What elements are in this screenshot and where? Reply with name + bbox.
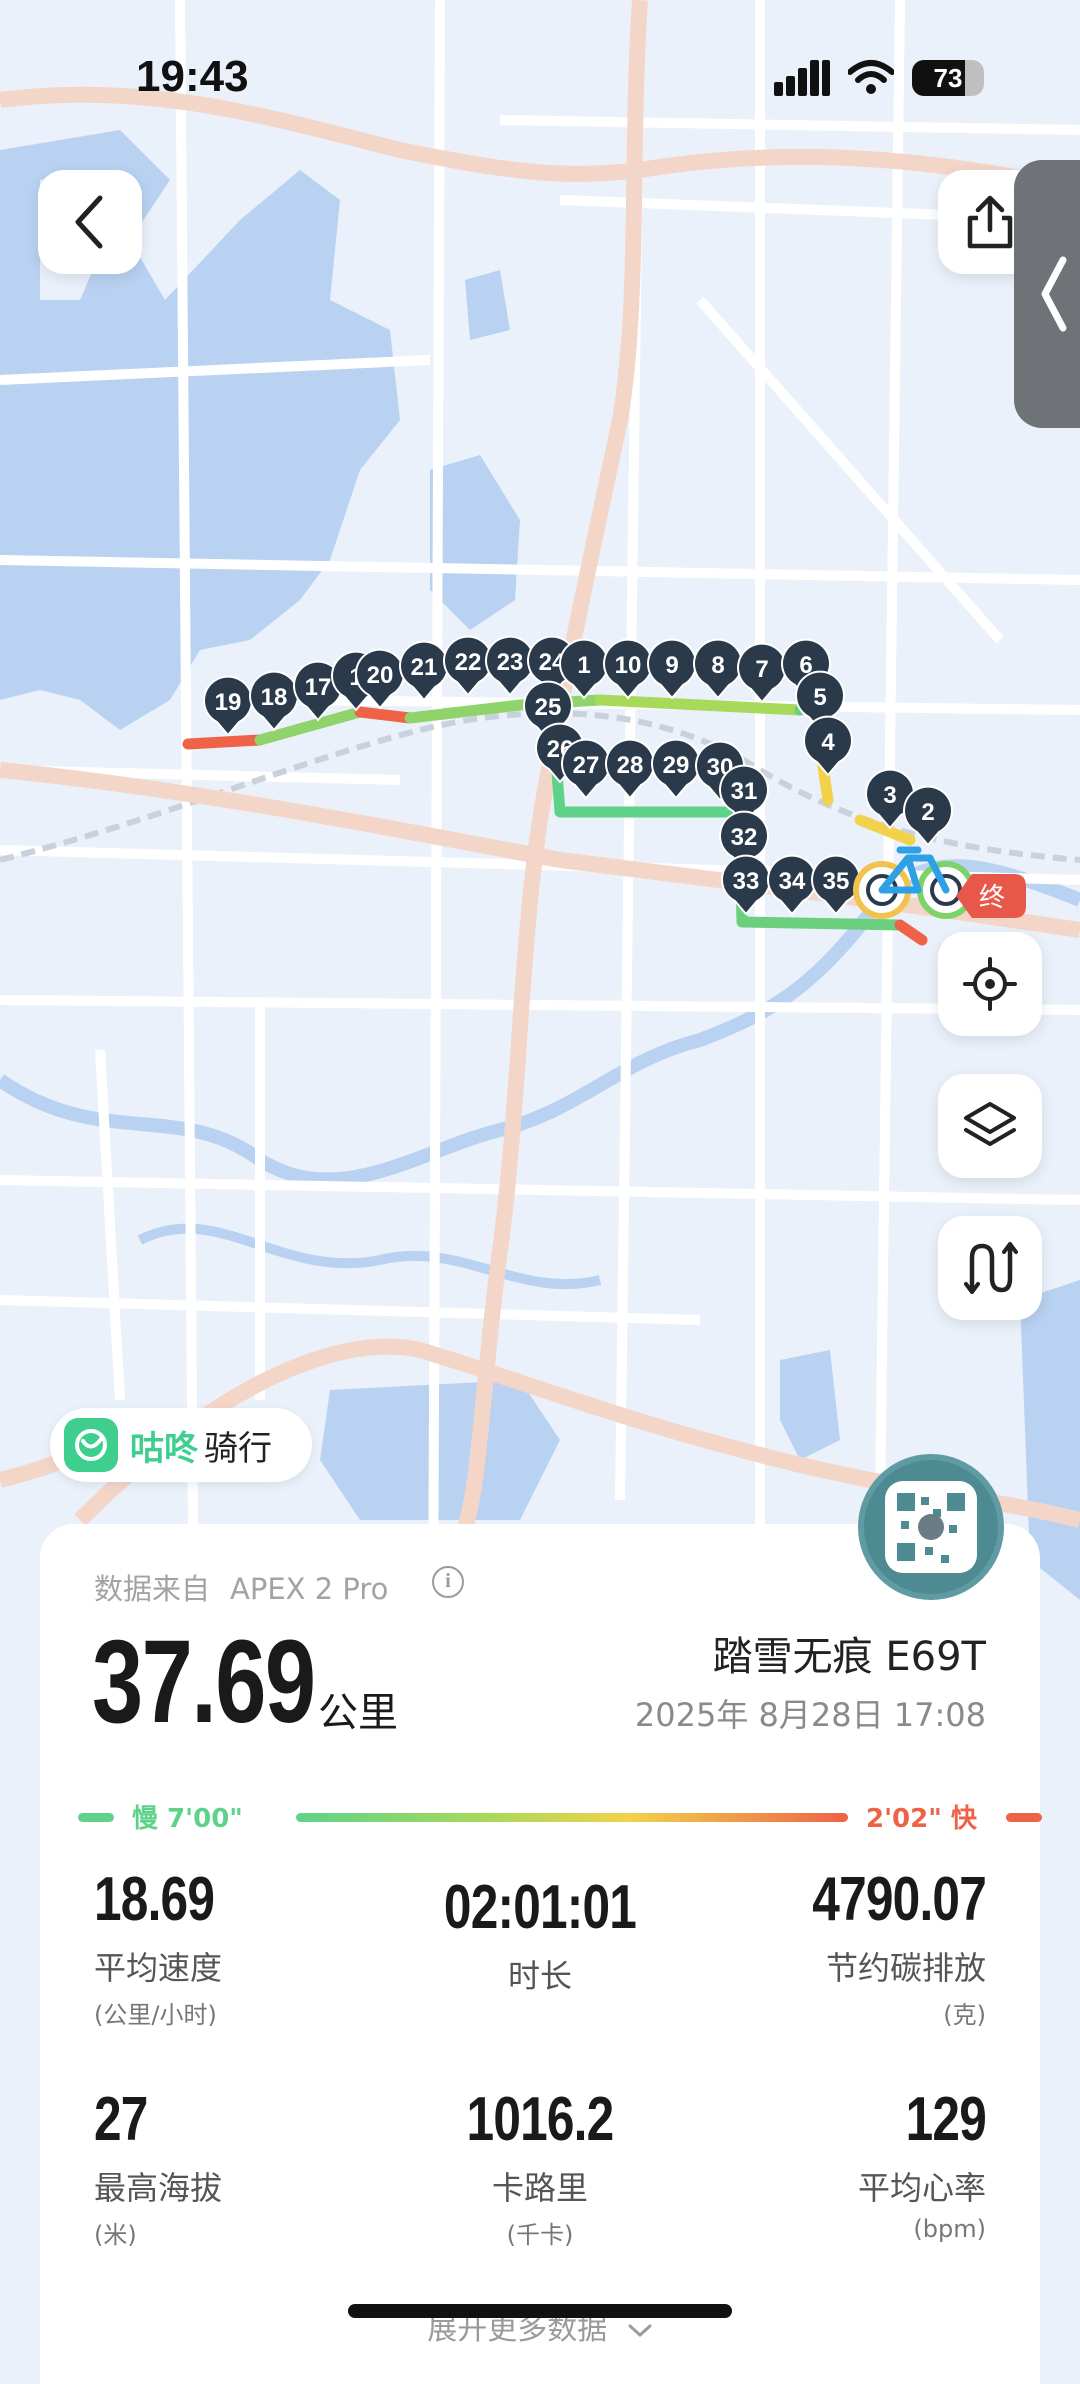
stat-value: 129 — [905, 2085, 987, 2154]
stat-avg-heart-rate: 129 平均心率 (bpm) — [686, 2084, 987, 2243]
route-marker-label: 20 — [367, 662, 394, 689]
stat-label: 最高海拔 — [94, 2169, 223, 2207]
stat-unit: (公里/小时) — [94, 2001, 217, 2029]
route-marker-label: 9 — [665, 652, 678, 679]
route-marker-label: 32 — [731, 824, 758, 851]
route-marker-label: 3 — [883, 782, 896, 809]
route-marker-label: 19 — [215, 689, 242, 716]
route-marker-label: 29 — [663, 752, 690, 779]
distance-unit: 公里 — [318, 1690, 398, 1736]
stat-label: 平均速度 — [94, 1949, 223, 1987]
slow-pace-label: 慢 7'00" — [132, 1804, 243, 1834]
route-marker-label: 5 — [813, 684, 826, 711]
stat-max-altitude: 27 最高海拔 (米) — [94, 2084, 394, 2250]
qr-code-badge[interactable] — [858, 1454, 1004, 1600]
crosshair-icon — [963, 957, 1017, 1011]
fast-pace-label: 2'02" 快 — [866, 1804, 977, 1834]
route-marker-label: 7 — [755, 656, 768, 683]
app-brand-badge: 咕咚 骑行 — [50, 1408, 312, 1482]
route-marker-label: 31 — [731, 778, 758, 805]
locate-button[interactable] — [938, 932, 1042, 1036]
battery-level: 73 — [933, 63, 963, 93]
pace-legend: 慢 7'00" 2'02" 快 — [78, 1796, 1042, 1836]
ride-summary-card: 数据来自 APEX 2 Pro i 37.69 公里 踏雪无痕 E69T 2025… — [40, 1524, 1042, 2384]
stat-value: 1016.2 — [466, 2085, 615, 2154]
route-marker-label: 18 — [261, 684, 288, 711]
route-marker-label: 34 — [779, 868, 806, 895]
bike-name: 踏雪无痕 E69T — [712, 1634, 986, 1680]
share-icon — [967, 195, 1013, 249]
end-label: 终 — [979, 883, 1005, 913]
stat-unit: (克) — [943, 2001, 986, 2029]
layers-icon — [964, 1102, 1016, 1146]
home-indicator[interactable] — [348, 2304, 732, 2318]
route-marker-label: 33 — [733, 868, 760, 895]
slow-swatch — [78, 1813, 114, 1822]
info-icon[interactable]: i — [432, 1566, 464, 1598]
signal-icon — [774, 60, 830, 96]
stat-value: 27 — [94, 2085, 148, 2154]
route-marker-label: 27 — [573, 752, 600, 779]
data-source-label: 数据来自 — [94, 1572, 211, 1606]
stat-label: 卡路里 — [491, 2169, 588, 2207]
stat-unit: (千卡) — [506, 2221, 574, 2249]
route-marker-label: 35 — [823, 868, 850, 895]
route-marker-label: 25 — [535, 694, 562, 721]
route-segment — [182, 734, 266, 750]
route-marker-label: 22 — [455, 649, 482, 676]
chevron-left-icon — [1041, 256, 1067, 332]
stat-value: 18.69 — [94, 1865, 215, 1934]
route-marker-label: 28 — [617, 752, 644, 779]
route-marker-label: 17 — [305, 674, 332, 701]
lake-south — [320, 1380, 560, 1520]
brand-suffix: 骑行 — [204, 1428, 272, 1469]
qr-code-icon — [885, 1481, 977, 1573]
stat-calories: 1016.2 卡路里 (千卡) — [390, 2084, 690, 2250]
route-marker-label: 23 — [497, 649, 524, 676]
route-segment — [354, 706, 416, 724]
map-layers-button[interactable] — [938, 1074, 1042, 1178]
status-time: 19:43 — [136, 52, 249, 101]
wifi-icon — [848, 60, 894, 94]
elevation-profile-button[interactable] — [938, 1216, 1042, 1320]
stat-avg-speed: 18.69 平均速度 (公里/小时) — [94, 1864, 394, 2030]
route-marker-label: 1 — [577, 652, 590, 679]
route-marker-label: 10 — [615, 652, 642, 679]
brand-name: 咕咚 — [130, 1428, 198, 1469]
stat-label: 节约碳排放 — [825, 1949, 986, 1987]
chevron-down-icon — [628, 2324, 652, 2337]
back-button[interactable] — [38, 170, 142, 274]
stat-value: 4790.07 — [812, 1865, 987, 1934]
pace-gradient-bar — [296, 1813, 848, 1822]
app-logo-icon — [64, 1418, 118, 1472]
ride-date: 2025年 8月28日 17:08 — [634, 1696, 986, 1734]
stat-unit: (米) — [94, 2221, 137, 2249]
distance-value: 37.69 — [92, 1616, 316, 1748]
route-marker-label: 4 — [821, 729, 835, 756]
stat-label: 平均心率 — [857, 2169, 986, 2207]
battery-icon: 73 — [912, 60, 984, 96]
data-source: 数据来自 APEX 2 Pro — [94, 1566, 388, 1608]
chevron-left-icon — [75, 195, 103, 249]
route-marker-label: 2 — [921, 799, 934, 826]
fast-swatch — [1006, 1813, 1042, 1822]
stat-carbon-saved: 4790.07 节约碳排放 (克) — [686, 1864, 987, 2030]
device-name: APEX 2 Pro — [230, 1572, 389, 1606]
route-marker-label: 21 — [411, 654, 438, 681]
side-panel-toggle[interactable] — [1014, 160, 1080, 428]
route-marker-label: 8 — [711, 652, 724, 679]
route-curve-icon — [964, 1242, 1018, 1294]
stat-duration: 02:01:01 时长 — [390, 1872, 690, 1997]
stat-value: 02:01:01 — [443, 1873, 637, 1942]
stat-unit: (bpm) — [913, 2215, 986, 2243]
stat-label: 时长 — [507, 1957, 572, 1995]
